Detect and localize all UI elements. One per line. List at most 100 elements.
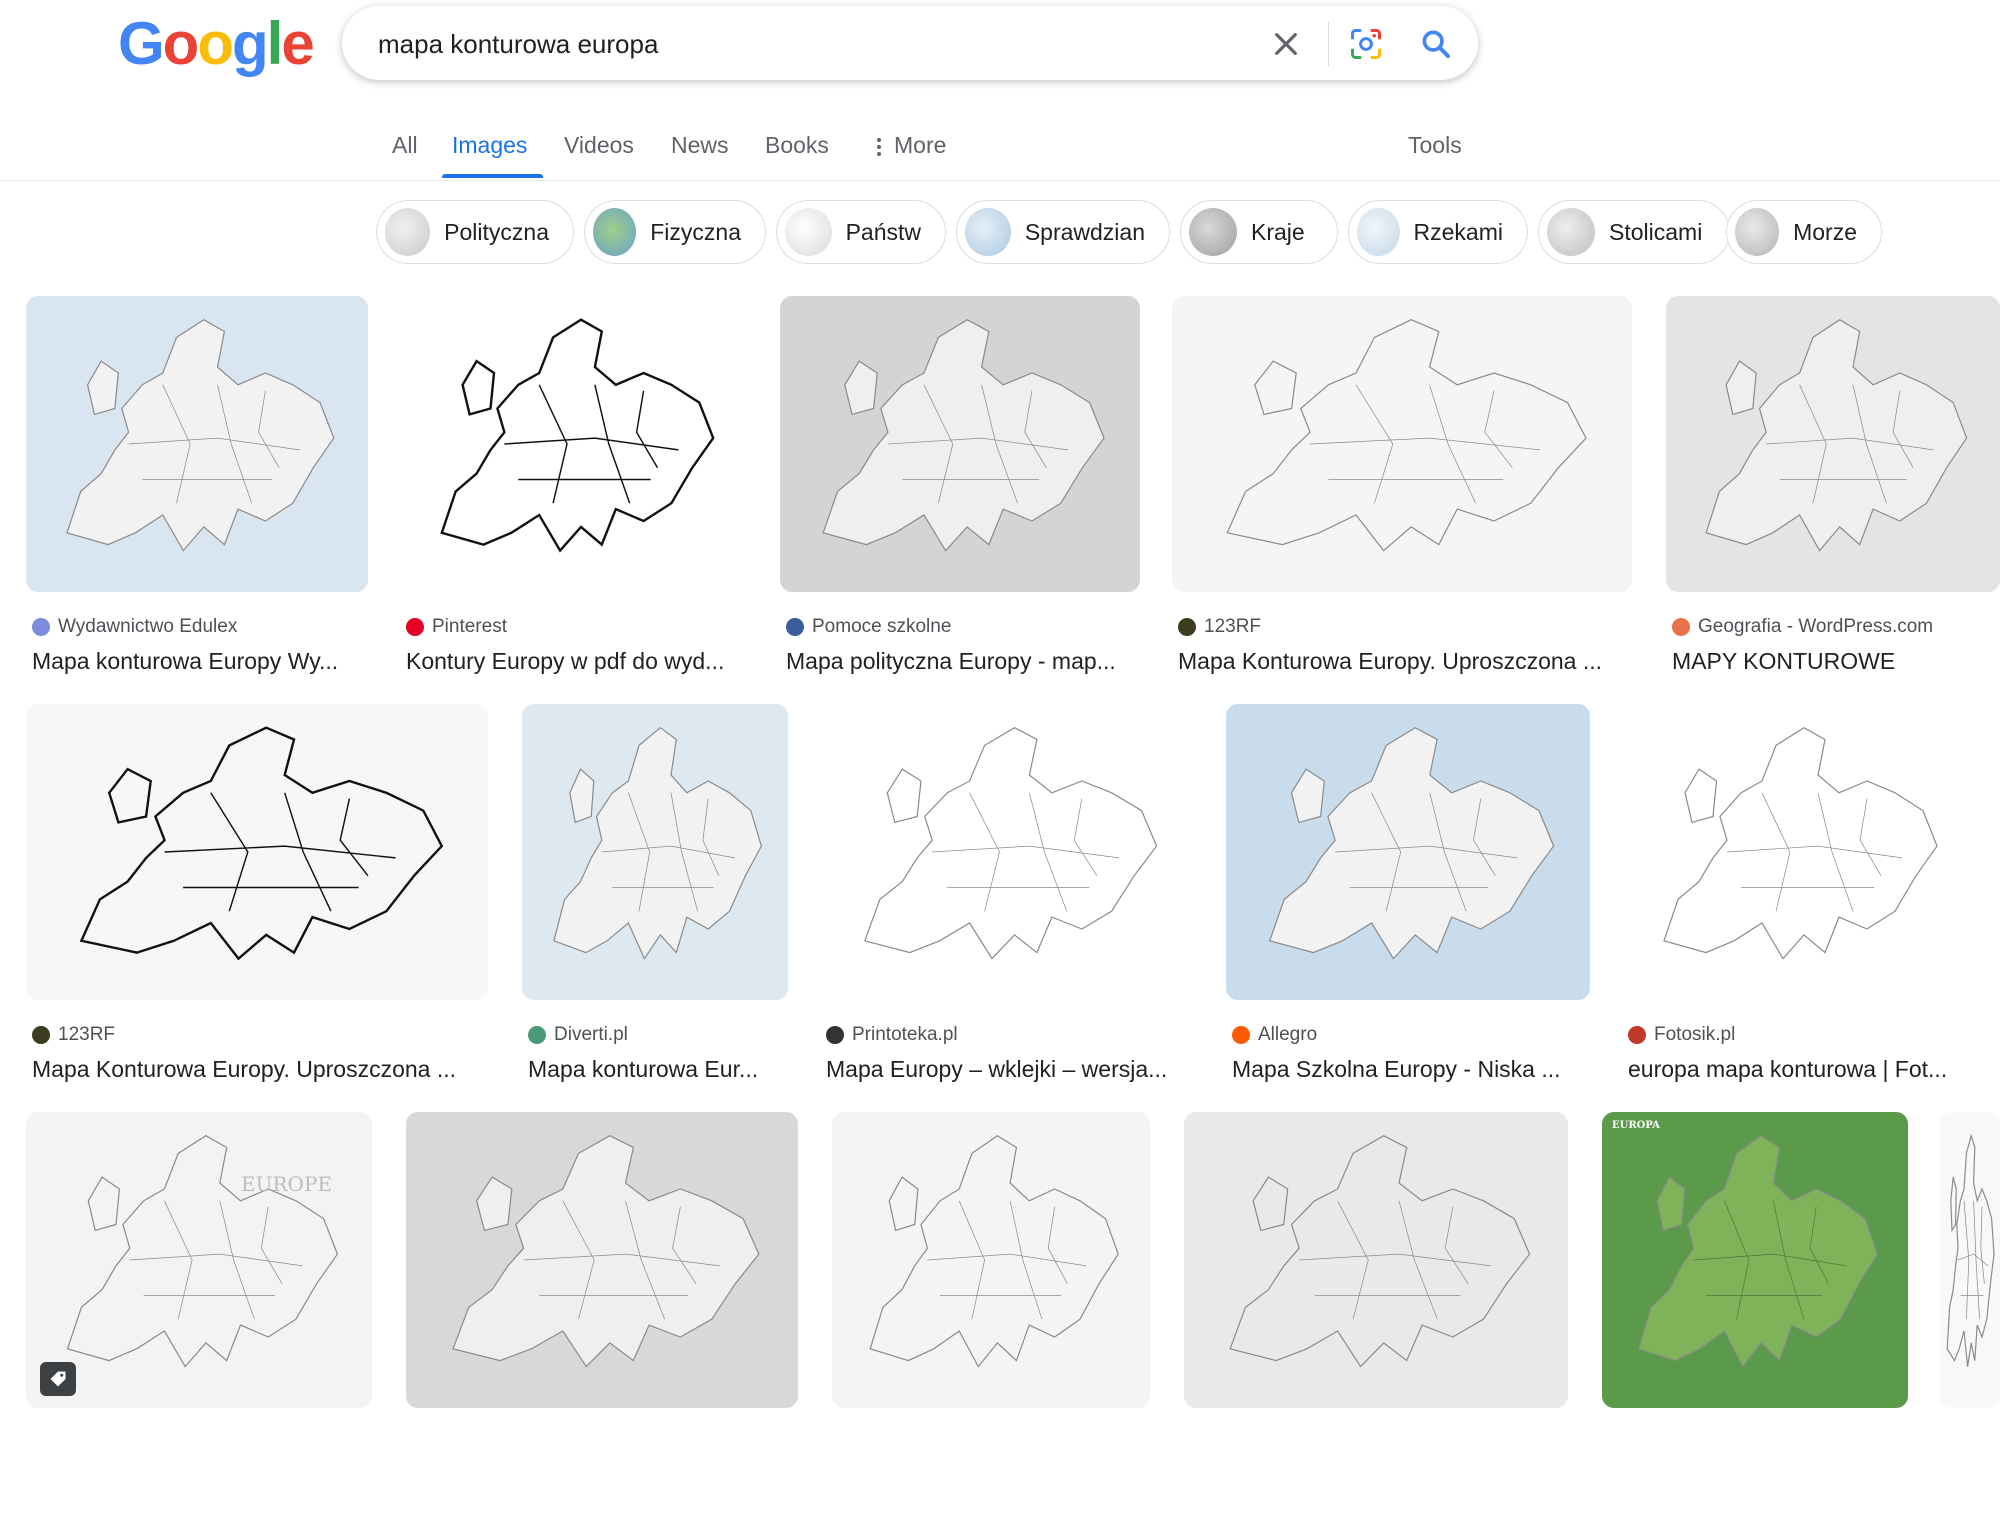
result-source[interactable]: 123RF <box>32 1024 115 1046</box>
tab-label: More <box>894 132 947 158</box>
map-thumbnail-graphic <box>1663 727 1938 960</box>
map-landmass <box>864 727 1158 960</box>
image-result-card[interactable]: EUROPE <box>26 1112 372 1518</box>
search-by-image-button[interactable] <box>1346 24 1386 64</box>
image-result-card[interactable] <box>1184 1112 1568 1518</box>
fotosik-icon <box>1628 1026 1646 1044</box>
thumbnail-overlay-text: EUROPE <box>241 1172 332 1196</box>
google-logo[interactable]: Google <box>118 14 315 74</box>
map-thumbnail-graphic <box>1705 318 1968 552</box>
image-result-card[interactable]: Pomoce szkolne Mapa polityczna Europy - m… <box>780 296 1140 702</box>
result-thumbnail[interactable] <box>1666 296 2000 592</box>
map-thumbnail-graphic <box>79 726 444 961</box>
chip-polityczna[interactable]: Polityczna <box>376 200 574 264</box>
tab-more[interactable]: More <box>874 132 946 178</box>
result-title[interactable]: Mapa Konturowa Europy. Uproszczona ... <box>1178 648 1630 675</box>
logo-letter: l <box>266 10 284 77</box>
result-title[interactable]: Mapa konturowa Eur... <box>528 1056 786 1083</box>
map-landmass <box>1705 318 1968 552</box>
chip-morze[interactable]: Morze <box>1726 200 1882 264</box>
geografia-icon <box>1672 618 1690 636</box>
result-thumbnail[interactable] <box>1622 704 1972 1000</box>
map-island <box>1656 1176 1686 1232</box>
map-island <box>1254 360 1297 416</box>
image-result-card[interactable]: EUROPA <box>1602 1112 1908 1518</box>
map-borders <box>164 792 396 912</box>
result-thumbnail[interactable] <box>400 296 748 592</box>
result-source[interactable]: Diverti.pl <box>528 1024 628 1046</box>
product-tag-badge[interactable] <box>40 1362 76 1396</box>
tools-button[interactable]: Tools <box>1408 132 1462 178</box>
image-result-card[interactable]: 123RF Mapa Konturowa Europy. Uproszczona … <box>1172 296 1632 702</box>
result-thumbnail[interactable] <box>820 704 1194 1000</box>
tab-all[interactable]: All <box>392 132 418 178</box>
search-input[interactable] <box>376 18 1260 70</box>
map-island <box>1290 768 1325 824</box>
tab-images[interactable]: Images <box>441 132 544 178</box>
result-thumbnail[interactable] <box>1184 1112 1568 1408</box>
image-result-card[interactable] <box>1940 1112 2000 1518</box>
image-result-card[interactable]: 123RF Mapa Konturowa Europy. Uproszczona … <box>26 704 488 1110</box>
map-landmass <box>822 319 1105 552</box>
result-thumbnail[interactable] <box>1940 1112 2000 1408</box>
map-landmass <box>869 1134 1119 1368</box>
chip-rzekami[interactable]: Rzekami <box>1348 200 1528 264</box>
chip-fizyczna[interactable]: Fizyczna <box>584 200 766 264</box>
image-result-card[interactable] <box>832 1112 1150 1518</box>
chip-sprawdzian[interactable]: Sprawdzian <box>956 200 1170 264</box>
chip-stolicami[interactable]: Stolicami <box>1538 200 1730 264</box>
result-title[interactable]: MAPY KONTUROWE <box>1672 648 1998 675</box>
result-thumbnail[interactable] <box>522 704 788 1000</box>
image-result-card[interactable] <box>406 1112 798 1518</box>
map-thumbnail-graphic <box>440 318 715 553</box>
filter-chips: Polityczna Fizyczna Państw Sprawdzian Kr… <box>0 200 2000 266</box>
result-thumbnail[interactable] <box>1226 704 1590 1000</box>
result-source[interactable]: Pinterest <box>406 616 507 638</box>
result-source[interactable]: Fotosik.pl <box>1628 1024 1735 1046</box>
result-source[interactable]: Pomoce szkolne <box>786 616 951 638</box>
map-landmass <box>452 1135 760 1368</box>
result-title[interactable]: Mapa Konturowa Europy. Uproszczona ... <box>32 1056 486 1083</box>
result-thumbnail[interactable] <box>1172 296 1632 592</box>
result-source-name: Diverti.pl <box>554 1024 628 1045</box>
result-title[interactable]: Mapa polityczna Europy - map... <box>786 648 1138 675</box>
result-title[interactable]: Mapa Szkolna Europy - Niska ... <box>1232 1056 1588 1083</box>
result-thumbnail[interactable] <box>832 1112 1150 1408</box>
camera-lens-icon <box>1351 29 1381 59</box>
result-thumbnail[interactable] <box>406 1112 798 1408</box>
logo-letter: o <box>197 10 234 77</box>
image-result-card[interactable]: Allegro Mapa Szkolna Europy - Niska ... <box>1226 704 1590 1110</box>
result-thumbnail[interactable] <box>26 704 488 1000</box>
result-thumbnail[interactable] <box>26 296 368 592</box>
image-result-card[interactable]: Pinterest Kontury Europy w pdf do wyd... <box>400 296 748 702</box>
result-title[interactable]: Mapa konturowa Europy Wy... <box>32 648 366 675</box>
clear-search-button[interactable] <box>1266 24 1306 64</box>
result-source[interactable]: Wydawnictwo Edulex <box>32 616 237 638</box>
result-title[interactable]: Mapa Europy – wklejki – wersja... <box>826 1056 1192 1083</box>
image-result-card[interactable]: Geografia - WordPress.com MAPY KONTUROWE <box>1666 296 2000 702</box>
result-source[interactable]: 123RF <box>1178 616 1261 638</box>
tab-videos[interactable]: Videos <box>564 132 634 178</box>
result-source[interactable]: Geografia - WordPress.com <box>1672 616 1933 638</box>
image-result-card[interactable]: Printoteka.pl Mapa Europy – wklejki – wer… <box>820 704 1194 1110</box>
result-source[interactable]: Allegro <box>1232 1024 1317 1046</box>
map-borders <box>1309 384 1541 504</box>
tab-books[interactable]: Books <box>765 132 829 178</box>
result-source[interactable]: Printoteka.pl <box>826 1024 958 1046</box>
result-title[interactable]: Kontury Europy w pdf do wyd... <box>406 648 746 675</box>
chip-kraje[interactable]: Kraje <box>1180 200 1338 264</box>
chip-label: Sprawdzian <box>1024 218 1145 245</box>
close-icon <box>1275 33 1297 55</box>
result-title[interactable]: europa mapa konturowa | Fot... <box>1628 1056 1970 1083</box>
image-result-card[interactable]: Fotosik.pl europa mapa konturowa | Fot... <box>1622 704 1972 1110</box>
result-thumbnail[interactable]: EUROPA <box>1602 1112 1908 1408</box>
globe-icon <box>786 618 804 636</box>
result-thumbnail[interactable] <box>780 296 1140 592</box>
result-thumbnail[interactable]: EUROPE <box>26 1112 372 1408</box>
image-result-card[interactable]: Diverti.pl Mapa konturowa Eur... <box>522 704 788 1110</box>
tab-news[interactable]: News <box>671 132 729 178</box>
chip-panstw[interactable]: Państw <box>776 200 946 264</box>
search-button[interactable] <box>1416 24 1456 64</box>
logo-letter: g <box>231 10 269 77</box>
image-result-card[interactable]: Wydawnictwo Edulex Mapa konturowa Europy … <box>26 296 368 702</box>
